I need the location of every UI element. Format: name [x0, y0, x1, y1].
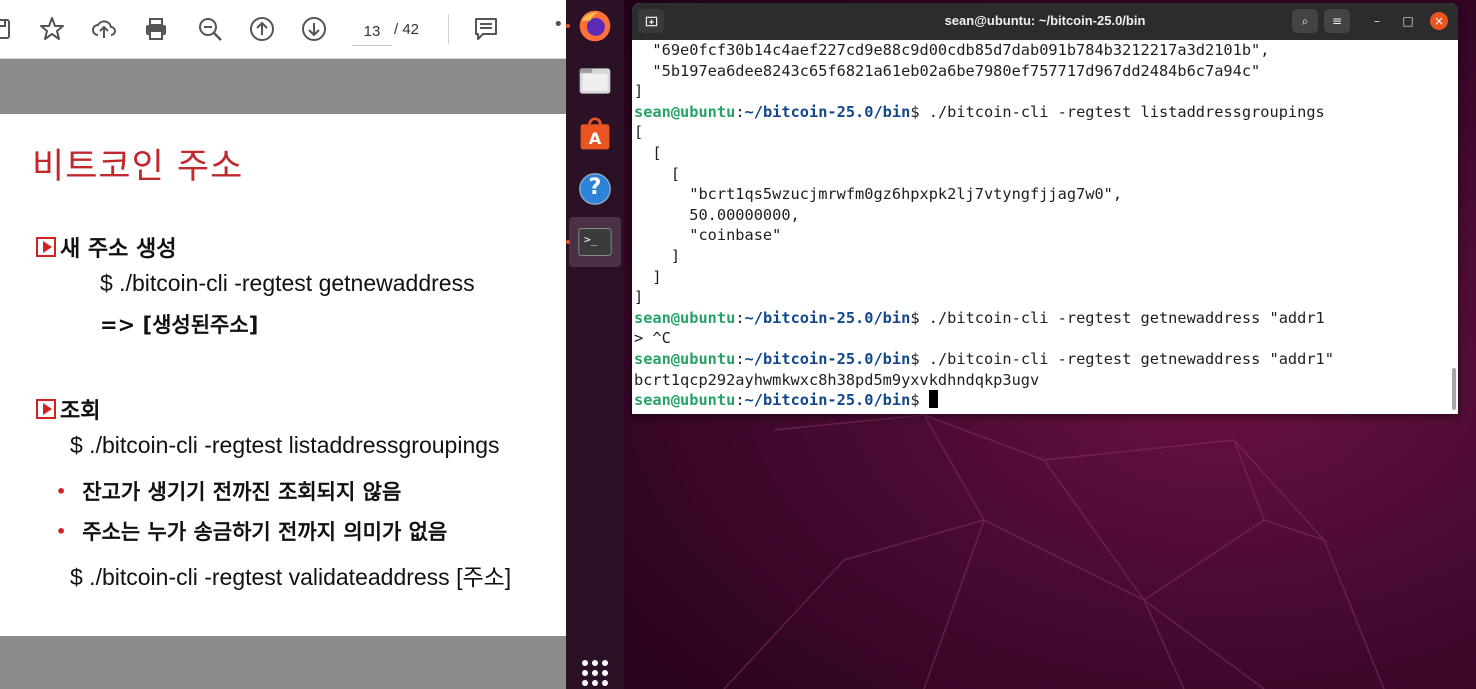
- pdf-toolbar: / 42 •: [0, 0, 566, 59]
- slide-bullet: • 주소는 누가 송금하기 전까지 의미가 없음: [56, 516, 447, 546]
- prompt-dollar: $: [910, 102, 929, 121]
- save-icon[interactable]: [0, 15, 16, 43]
- terminal-output-line: bcrt1qcp292ayhwmkwxc8h38pd5m9yxvkdhndqkp…: [634, 370, 1040, 389]
- terminal-output-line: "coinbase": [634, 226, 782, 245]
- play-bullet-icon: [36, 399, 56, 419]
- help-icon[interactable]: ?: [575, 169, 615, 209]
- svg-text:A: A: [589, 129, 602, 148]
- terminal-command-line: sean@ubuntu:~/bitcoin-25.0/bin$: [634, 390, 1452, 411]
- bullet-text: 잔고가 생기기 전까진 조회되지 않음: [82, 480, 402, 504]
- section-heading: 새 주소 생성: [60, 237, 177, 262]
- search-icon[interactable]: ⌕: [1292, 9, 1318, 33]
- software-icon[interactable]: A: [575, 115, 615, 155]
- terminal-output-line: "69e0fcf30b14c4aef227cd9e88c9d00cdb85d7d…: [634, 41, 1270, 59]
- terminal-output-line: ]: [634, 267, 662, 286]
- page-gap-bottom: [0, 636, 566, 689]
- section-heading: 조회: [60, 399, 101, 424]
- comment-icon[interactable]: [472, 15, 500, 43]
- prompt-dollar: $: [910, 391, 929, 410]
- terminal-output[interactable]: "69e0fcf30b14c4aef227cd9e88c9d00cdb85d7d…: [632, 40, 1452, 414]
- slide-result-text: => [생성된주소]: [100, 313, 259, 337]
- page-gap-top: [0, 59, 566, 114]
- more-icon[interactable]: •: [553, 14, 564, 35]
- terminal-icon[interactable]: >_: [575, 222, 615, 262]
- slide-command-listaddressgroupings: $ ./bitcoin-cli -regtest listaddressgrou…: [70, 432, 500, 458]
- ubuntu-dock: A ? >_: [566, 0, 624, 689]
- terminal-window[interactable]: sean@ubuntu: ~/bitcoin-25.0/bin ⌕ ≡ – □ …: [632, 3, 1458, 414]
- terminal-glyph: >_: [584, 233, 598, 246]
- prompt-separator: :: [735, 308, 745, 327]
- slide-title: 비트코인 주소: [32, 147, 244, 187]
- terminal-titlebar[interactable]: sean@ubuntu: ~/bitcoin-25.0/bin ⌕ ≡ – □ …: [632, 3, 1458, 40]
- star-icon[interactable]: [38, 15, 66, 43]
- section-new-address: 새 주소 생성: [36, 231, 177, 263]
- zoom-out-icon[interactable]: [196, 15, 224, 43]
- prompt-user: sean@ubuntu: [634, 349, 736, 368]
- page-number-input[interactable]: [352, 17, 392, 46]
- prompt-dollar: $: [910, 349, 929, 368]
- terminal-command-line: sean@ubuntu:~/bitcoin-25.0/bin$ ./bitcoi…: [634, 308, 1452, 329]
- menu-icon[interactable]: ≡: [1324, 9, 1350, 33]
- terminal-output-line: "bcrt1qs5wzucjmrwfm0gz6hpxpk2lj7vtyngfjj…: [634, 185, 1123, 204]
- prompt-separator: :: [735, 391, 745, 410]
- terminal-command-line: sean@ubuntu:~/bitcoin-25.0/bin$ ./bitcoi…: [634, 102, 1452, 123]
- prompt-separator: :: [735, 349, 745, 368]
- prompt-path: ~/bitcoin-25.0/bin: [744, 308, 911, 327]
- terminal-output-line: > ^C: [634, 329, 671, 348]
- command-text: ./bitcoin-cli -regtest getnewaddress "ad…: [928, 349, 1334, 368]
- terminal-output-line: ]: [634, 82, 644, 101]
- bullet-marker: •: [56, 522, 67, 541]
- prompt-path: ~/bitcoin-25.0/bin: [744, 102, 911, 121]
- terminal-output-line: ]: [634, 288, 644, 307]
- terminal-scrollbar[interactable]: [1452, 368, 1456, 410]
- terminal-output-line: [: [634, 164, 681, 183]
- slide-command-getnewaddress: $ ./bitcoin-cli -regtest getnewaddress: [100, 270, 475, 296]
- firefox-icon[interactable]: [575, 6, 615, 46]
- page-down-icon[interactable]: [300, 15, 328, 43]
- terminal-output-line: [: [634, 123, 644, 142]
- show-applications-icon[interactable]: [582, 660, 608, 686]
- print-icon[interactable]: [142, 15, 170, 43]
- help-glyph: ?: [588, 175, 602, 200]
- play-bullet-icon: [36, 237, 56, 257]
- terminal-command-line: sean@ubuntu:~/bitcoin-25.0/bin$ ./bitcoi…: [634, 349, 1452, 370]
- terminal-output-line: 50.00000000,: [634, 205, 800, 224]
- page-up-icon[interactable]: [248, 15, 276, 43]
- upload-icon[interactable]: [90, 15, 118, 43]
- minimize-icon[interactable]: –: [1368, 12, 1386, 30]
- prompt-dollar: $: [910, 308, 929, 327]
- running-indicator: [566, 240, 570, 244]
- bullet-marker: •: [56, 482, 67, 501]
- close-icon[interactable]: ×: [1430, 12, 1448, 30]
- pdf-page: 비트코인 주소 새 주소 생성 $ ./bitcoin-cli -regtest…: [0, 114, 566, 636]
- prompt-user: sean@ubuntu: [634, 308, 736, 327]
- bullet-text: 주소는 누가 송금하기 전까지 의미가 없음: [82, 520, 448, 544]
- terminal-output-line: "5b197ea6dee8243c65f6821a61eb02a6be7980e…: [634, 61, 1261, 80]
- slide-bullet: • 잔고가 생기기 전까진 조회되지 않음: [56, 476, 401, 506]
- prompt-path: ~/bitcoin-25.0/bin: [744, 349, 911, 368]
- page-count: / 42: [394, 21, 420, 38]
- maximize-icon[interactable]: □: [1399, 12, 1417, 30]
- terminal-output-line: ]: [634, 246, 681, 265]
- prompt-user: sean@ubuntu: [634, 102, 736, 121]
- files-icon[interactable]: [575, 61, 615, 101]
- prompt-path: ~/bitcoin-25.0/bin: [744, 391, 911, 410]
- prompt-separator: :: [735, 102, 745, 121]
- prompt-user: sean@ubuntu: [634, 391, 736, 410]
- toolbar-divider: [448, 14, 449, 44]
- slide-command-validateaddress: $ ./bitcoin-cli -regtest validateaddress…: [70, 564, 512, 590]
- pdf-viewer: / 42 • 비트코인 주소 새 주소 생성 $ ./bitcoin-cli -…: [0, 0, 566, 689]
- running-indicator: [566, 24, 570, 28]
- terminal-cursor: [928, 390, 938, 409]
- command-text: ./bitcoin-cli -regtest listaddressgroupi…: [928, 102, 1325, 121]
- terminal-output-line: [: [634, 143, 662, 162]
- section-lookup: 조회: [36, 393, 100, 425]
- command-text: ./bitcoin-cli -regtest getnewaddress "ad…: [928, 308, 1325, 327]
